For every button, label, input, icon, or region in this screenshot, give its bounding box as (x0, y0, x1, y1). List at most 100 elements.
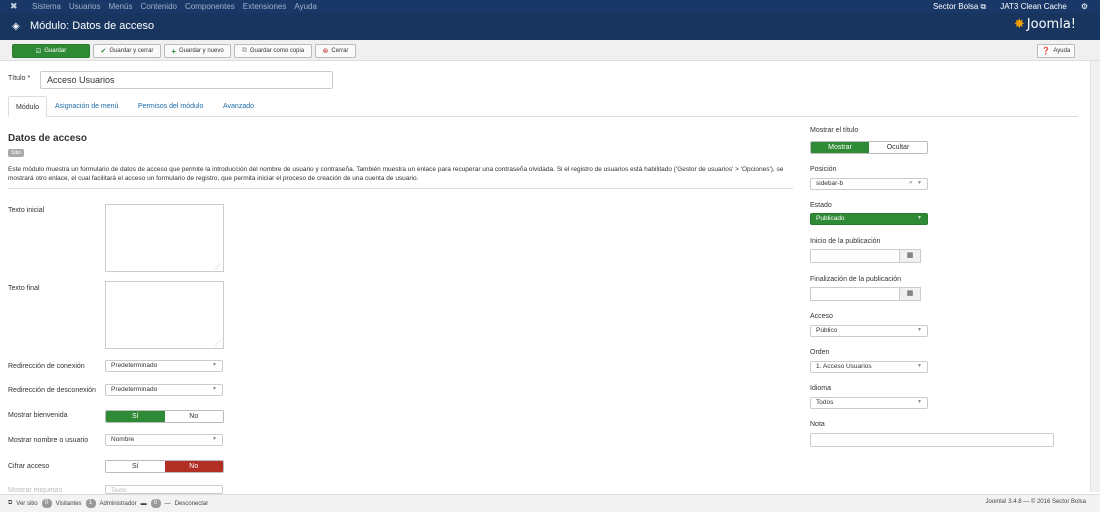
chevron-down-icon: ▼ (212, 386, 217, 392)
save-icon: ☑ (35, 48, 42, 55)
site-link[interactable]: Sector Bolsa ⧉ (933, 2, 986, 12)
menu-item-extensiones[interactable]: Extensiones (243, 2, 287, 11)
logout-redirect-label: Redirección de desconexión (8, 387, 96, 394)
joomla-menu-icon[interactable]: ✖ (10, 1, 18, 12)
pretext-textarea[interactable]: ⋰ (105, 204, 224, 272)
close-button[interactable]: ⊗ Cerrar (315, 44, 356, 58)
secure-no-button[interactable]: No (164, 461, 223, 472)
language-label: Idioma (810, 385, 832, 392)
status-left: ⧉ Ver sitio 0 Visitantes 1 Administrador… (8, 499, 208, 508)
calendar-icon[interactable]: ▦ (899, 287, 921, 301)
greeting-yes-button[interactable]: Sí (106, 411, 165, 422)
icons-select[interactable]: Texto (105, 485, 223, 494)
language-select[interactable]: Todos ▼ (810, 397, 928, 409)
chevron-down-icon: ▼ (212, 362, 217, 368)
menu-item-usuarios[interactable]: Usuarios (69, 2, 101, 11)
ordering-select[interactable]: 1. Acceso Usuarios ▼ (810, 361, 928, 373)
save-new-button[interactable]: + Guardar y nuevo (164, 44, 231, 58)
title-input[interactable]: Acceso Usuarios (40, 71, 333, 89)
note-label: Nota (810, 421, 825, 428)
visitors-label: Visitantes (55, 500, 82, 507)
joomla-logo-icon: ✸ (1013, 17, 1025, 32)
external-link-icon: ⧉ (8, 500, 13, 506)
show-title-on-button[interactable]: Mostrar (811, 142, 869, 153)
name-select[interactable]: Nombre ▼ (105, 434, 223, 446)
show-title-toggle: Mostrar Ocultar (810, 141, 928, 154)
calendar-icon[interactable]: ▦ (899, 249, 921, 263)
help-icon: ❓ (1041, 48, 1051, 55)
plus-icon: + (171, 46, 176, 56)
toolbar: ☑ Guardar ✔ Guardar y cerrar + Guardar y nu… (0, 40, 1100, 61)
cancel-icon: ⊗ (322, 48, 329, 55)
copy-icon: ⧉ (241, 47, 247, 54)
scrollbar[interactable] (1090, 61, 1100, 492)
check-icon: ✔ (100, 48, 107, 55)
menu-item-componentes[interactable]: Componentes (185, 2, 235, 11)
joomla-logo: ✸ Joomla! (1013, 17, 1076, 32)
messages-count: 0 (150, 499, 161, 508)
chevron-down-icon: ▼ (917, 399, 922, 405)
resize-grip-icon[interactable]: ⋰ (215, 263, 221, 270)
chevron-down-icon: ▼ (917, 215, 922, 221)
admin-top-navbar: ✖ Sistema Usuarios Menús Contenido Compo… (0, 0, 1100, 13)
posttext-textarea[interactable]: ⋰ (105, 281, 224, 349)
publish-up-input[interactable] (810, 249, 900, 263)
resize-grip-icon[interactable]: ⋰ (215, 340, 221, 347)
chevron-down-icon: ▼ (917, 180, 922, 186)
envelope-icon: ▬ (140, 500, 147, 507)
logout-link[interactable]: Desconectar (175, 501, 209, 507)
visitors-count: 0 (41, 499, 52, 508)
show-title-off-button[interactable]: Ocultar (869, 142, 927, 153)
pretext-label: Texto inicial (8, 207, 45, 214)
posttext-label: Texto final (8, 285, 40, 292)
title-label: Título * (8, 75, 31, 82)
login-redirect-label: Redirección de conexión (8, 363, 85, 370)
access-select[interactable]: Público ▼ (810, 325, 928, 337)
save-button[interactable]: ☑ Guardar (12, 44, 90, 58)
clear-icon[interactable]: ✕ (909, 180, 913, 186)
view-site-link[interactable]: Ver sitio (16, 501, 37, 507)
logout-redirect-select[interactable]: Predeterminado ▼ (105, 384, 223, 396)
cube-icon: ◈ (12, 21, 20, 32)
admins-label: Administrador (99, 500, 137, 507)
secure-yes-button[interactable]: Sí (106, 461, 165, 472)
publish-down-input[interactable] (810, 287, 900, 301)
login-redirect-select[interactable]: Predeterminado ▼ (105, 360, 223, 372)
greeting-no-button[interactable]: No (164, 411, 223, 422)
help-button[interactable]: ❓ Ayuda (1037, 44, 1075, 58)
save-close-button[interactable]: ✔ Guardar y cerrar (93, 44, 161, 58)
menu-item-menus[interactable]: Menús (108, 2, 132, 11)
top-right-links: Sector Bolsa ⧉ JAT3 Clean Cache ⚙ (933, 2, 1088, 12)
status-label: Estado (810, 202, 832, 209)
publish-down-label: Finalización de la publicación (810, 276, 902, 283)
tab-avanzado[interactable]: Avanzado (223, 96, 254, 117)
site-badge: Sitio (8, 149, 24, 157)
menu-item-ayuda[interactable]: Ayuda (294, 2, 317, 11)
menu-item-contenido[interactable]: Contenido (141, 2, 177, 11)
icons-label: Mostrar etiquetas (8, 487, 63, 494)
page-header: ◈ Módulo: Datos de acceso ✸ Joomla! (0, 13, 1100, 40)
save-copy-button[interactable]: ⧉ Guardar como copia (234, 44, 312, 58)
gear-icon[interactable]: ⚙ (1081, 2, 1088, 12)
access-label: Acceso (810, 313, 833, 320)
module-description: Este módulo muestra un formulario de dat… (8, 166, 784, 182)
secure-toggle: Sí No (105, 460, 224, 473)
version-info: Joomla! 3.4.8 — © 2016 Sector Bolsa (985, 499, 1086, 505)
position-select[interactable]: sidebar-b ✕ ▼ (810, 178, 928, 190)
external-link-icon: ⧉ (980, 2, 987, 11)
clean-cache-link[interactable]: JAT3 Clean Cache (1000, 2, 1067, 12)
position-label: Posición (810, 166, 837, 173)
tab-permisos[interactable]: Permisos del módulo (138, 96, 203, 117)
tab-bar: Módulo Asignación de menú Permisos del m… (8, 96, 1078, 117)
status-bar: ⧉ Ver sitio 0 Visitantes 1 Administrador… (0, 494, 1100, 512)
chevron-down-icon: ▼ (917, 363, 922, 369)
menu-item-sistema[interactable]: Sistema (32, 2, 61, 11)
tab-modulo[interactable]: Módulo (8, 96, 47, 117)
secure-label: Cifrar acceso (8, 463, 50, 470)
chevron-down-icon: ▼ (917, 327, 922, 333)
admins-count: 1 (85, 499, 96, 508)
status-select[interactable]: Publicado ▼ (810, 213, 928, 225)
tab-asignacion-menu[interactable]: Asignación de menú (55, 96, 118, 117)
ordering-label: Orden (810, 349, 830, 356)
note-input[interactable] (810, 433, 1054, 447)
